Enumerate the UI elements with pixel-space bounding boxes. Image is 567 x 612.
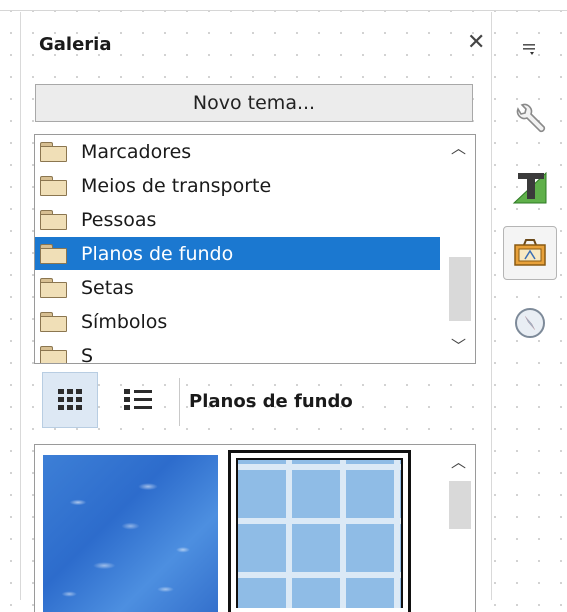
styles-icon: [512, 171, 547, 204]
blue-tiles-thumbnail[interactable]: [228, 450, 411, 612]
gallery-icon: [514, 239, 546, 266]
theme-label: Marcadores: [81, 140, 192, 163]
sidebar-deck: [498, 12, 567, 600]
theme-list[interactable]: Marcadores Meios de transporte Pessoas P…: [34, 134, 476, 364]
theme-item-marcadores[interactable]: Marcadores: [35, 135, 440, 168]
top-divider: [0, 10, 567, 11]
icon-view-grid-icon: [58, 389, 82, 410]
preview-scrollbar[interactable]: ︿: [445, 445, 475, 612]
theme-item-partial[interactable]: S: [35, 339, 440, 364]
theme-item-setas[interactable]: Setas: [35, 271, 440, 304]
gallery-button[interactable]: [503, 226, 557, 280]
folder-icon: [40, 141, 67, 162]
theme-label: S: [81, 344, 94, 364]
folder-icon: [40, 175, 67, 196]
theme-list-scrollbar[interactable]: ︿ ﹀: [445, 135, 475, 363]
theme-label: Símbolos: [81, 310, 168, 333]
properties-button[interactable]: [503, 92, 557, 146]
folder-icon: [40, 311, 67, 332]
theme-item-planos-de-fundo[interactable]: Planos de fundo: [35, 237, 440, 270]
scroll-thumb[interactable]: [449, 481, 471, 529]
panel-title: Galeria: [39, 34, 112, 55]
theme-item-pessoas[interactable]: Pessoas: [35, 203, 440, 236]
theme-item-simbolos[interactable]: Símbolos: [35, 305, 440, 338]
gallery-panel: Galeria ✕ Novo tema... Marcadores Meios …: [20, 12, 492, 612]
new-theme-button[interactable]: Novo tema...: [35, 84, 473, 122]
properties-wrench-icon: [516, 103, 546, 133]
chevron-up-icon[interactable]: ︿: [451, 451, 466, 472]
toolbar-separator: [179, 378, 180, 426]
theme-label: Planos de fundo: [81, 242, 234, 265]
sidebar-menu-button[interactable]: [503, 22, 557, 76]
water-texture-thumbnail[interactable]: [43, 455, 218, 612]
folder-icon: [40, 209, 67, 230]
icon-view-button[interactable]: [42, 372, 98, 428]
sidebar-menu-icon: [523, 44, 535, 55]
scroll-thumb[interactable]: [449, 257, 471, 321]
blue-tiles-image: [236, 458, 403, 608]
view-toolbar: Planos de fundo: [34, 370, 476, 436]
chevron-down-icon[interactable]: ﹀: [451, 335, 466, 356]
styles-button[interactable]: [503, 160, 557, 214]
current-theme-title: Planos de fundo: [189, 391, 353, 412]
theme-label: Meios de transporte: [81, 174, 272, 197]
theme-label: Pessoas: [81, 208, 157, 231]
navigator-compass-icon: [515, 308, 545, 338]
detailed-list-view-icon: [124, 389, 152, 410]
theme-item-meios-de-transporte[interactable]: Meios de transporte: [35, 169, 440, 202]
folder-icon: [40, 277, 67, 298]
chevron-up-icon[interactable]: ︿: [451, 137, 466, 158]
close-icon[interactable]: ✕: [467, 30, 485, 55]
detailed-view-button[interactable]: [110, 372, 166, 428]
navigator-button[interactable]: [503, 296, 557, 350]
folder-icon: [40, 243, 67, 264]
folder-icon: [40, 345, 67, 363]
theme-label: Setas: [81, 276, 134, 299]
gallery-preview[interactable]: ︿: [34, 444, 476, 612]
